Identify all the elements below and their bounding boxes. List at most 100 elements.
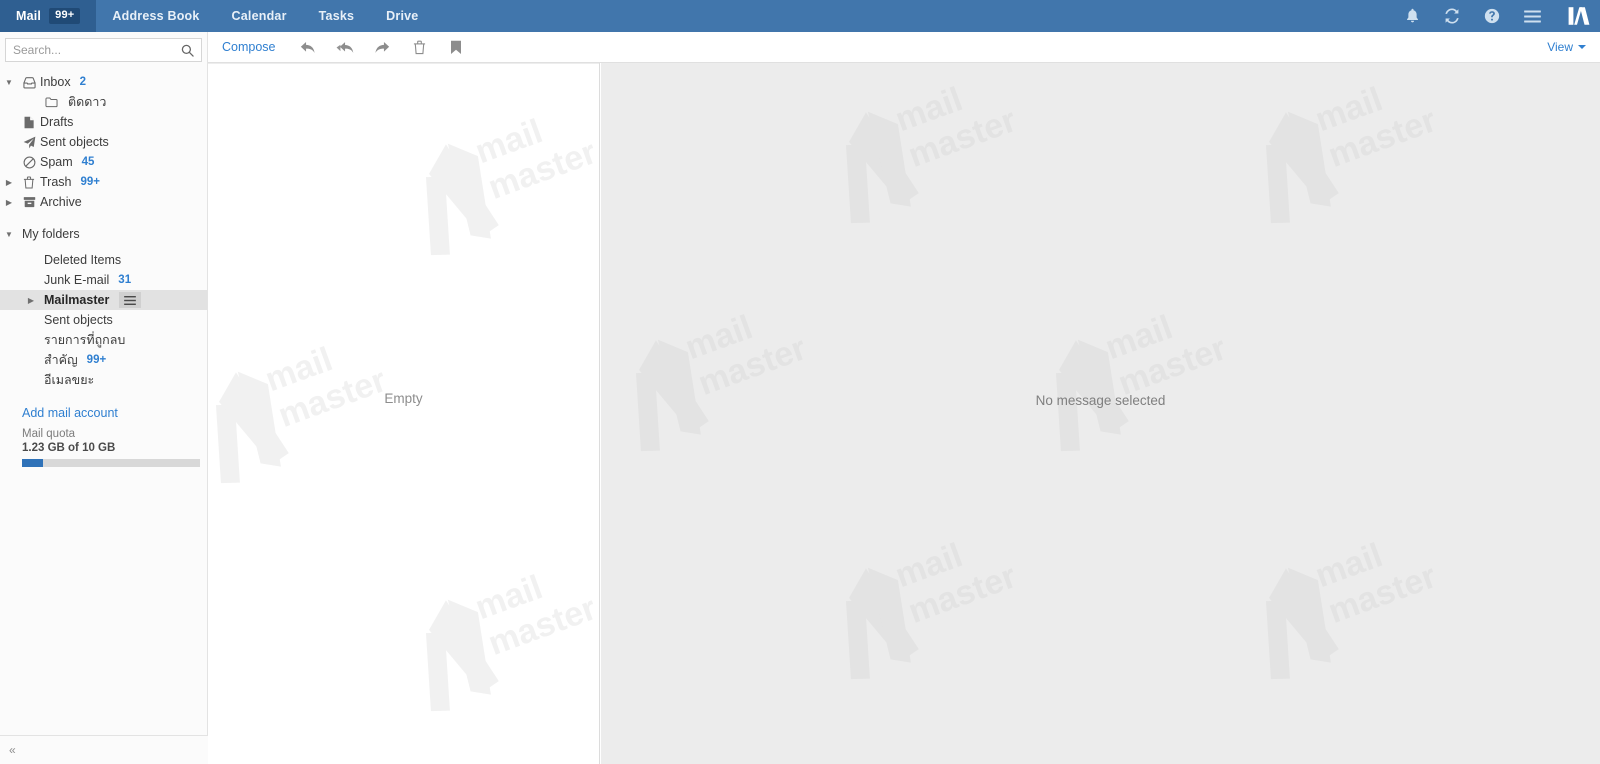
sidebar-group-my-folders[interactable]: ▼ My folders xyxy=(0,224,207,244)
flag-icon[interactable] xyxy=(438,32,475,63)
mailmaster-logo-icon[interactable] xyxy=(1558,0,1600,32)
forward-icon[interactable] xyxy=(364,32,401,63)
reading-pane: mail master mail master mail master mail master… xyxy=(601,63,1600,764)
sidebar-item-thai-important-label: สําคัญ xyxy=(44,353,78,367)
svg-text:master: master xyxy=(273,361,391,435)
sidebar-item-sent-objects-user-label: Sent objects xyxy=(44,313,113,327)
sidebar-item-drafts[interactable]: Drafts xyxy=(0,112,207,132)
chevron-down-icon xyxy=(1578,45,1586,49)
help-icon[interactable] xyxy=(1472,0,1512,32)
sidebar-item-starred-label: ติดดาว xyxy=(68,95,107,109)
sidebar-item-deleted-items[interactable]: Deleted Items xyxy=(0,250,207,270)
compose-button[interactable]: Compose xyxy=(208,40,290,54)
svg-text:master: master xyxy=(483,589,599,663)
reading-watermark-layer: mail master mail master mail master mail master… xyxy=(601,63,1600,764)
sidebar-item-archive-label: Archive xyxy=(40,195,82,209)
sidebar-item-thai-deleted[interactable]: รายการที่ถูกลบ xyxy=(0,330,207,350)
sidebar-item-sent-objects-user[interactable]: Sent objects xyxy=(0,310,207,330)
svg-text:mail: mail xyxy=(890,80,967,139)
sidebar-item-spam-label: Spam xyxy=(40,155,73,169)
nav-tab-mail-badge: 99+ xyxy=(49,8,81,24)
nav-tab-address-book-label: Address Book xyxy=(112,9,200,23)
trash-icon xyxy=(18,175,40,189)
refresh-icon[interactable] xyxy=(1432,0,1472,32)
svg-text:mail: mail xyxy=(1310,536,1387,595)
sidebar-item-sent-objects-label: Sent objects xyxy=(40,135,109,149)
sidebar-item-starred[interactable]: ติดดาว xyxy=(0,92,207,112)
sidebar-item-thai-important-count: 99+ xyxy=(86,354,107,366)
svg-text:master: master xyxy=(1323,101,1441,175)
svg-text:mail: mail xyxy=(890,536,967,595)
tree-gap xyxy=(0,212,207,224)
sidebar-item-inbox[interactable]: ▼ Inbox 2 xyxy=(0,72,207,92)
svg-text:mail: mail xyxy=(680,308,757,367)
bell-icon[interactable] xyxy=(1392,0,1432,32)
svg-text:master: master xyxy=(483,133,599,207)
sidebar-item-thai-junk-label: อีเมลขยะ xyxy=(44,373,95,387)
search-box[interactable] xyxy=(5,38,202,62)
sidebar: ▼ Inbox 2 ติดดาว xyxy=(0,32,208,764)
hamburger-menu-icon[interactable] xyxy=(1512,0,1552,32)
svg-text:mail: mail xyxy=(1310,80,1387,139)
folder-tree: ▼ Inbox 2 ติดดาว Drafts Sent objects Spa… xyxy=(0,66,207,390)
delete-icon[interactable] xyxy=(401,32,438,63)
chevron-down-icon[interactable]: ▼ xyxy=(0,230,18,239)
nav-tab-drive-label: Drive xyxy=(386,9,419,23)
nav-tab-mail-label: Mail xyxy=(16,9,42,23)
view-menu-button[interactable]: View xyxy=(1547,40,1600,54)
chevron-right-icon[interactable]: ▶ xyxy=(22,296,40,305)
svg-text:mail: mail xyxy=(470,568,547,627)
sidebar-item-trash[interactable]: ▶ Trash 99+ xyxy=(0,172,207,192)
mail-quota: Mail quota 1.23 GB of 10 GB xyxy=(22,428,207,467)
sidebar-item-spam[interactable]: Spam 45 xyxy=(0,152,207,172)
nav-tab-address-book[interactable]: Address Book xyxy=(96,0,215,32)
mail-quota-bar xyxy=(22,459,200,467)
mail-quota-value: 1.23 GB of 10 GB xyxy=(22,442,116,454)
nav-tab-calendar-label: Calendar xyxy=(231,9,287,23)
sidebar-item-archive[interactable]: ▶ Archive xyxy=(0,192,207,212)
sidebar-item-thai-deleted-label: รายการที่ถูกลบ xyxy=(44,333,126,347)
svg-text:mail: mail xyxy=(1100,308,1177,367)
svg-text:mail: mail xyxy=(260,340,337,399)
nav-tab-tasks-label: Tasks xyxy=(318,9,355,23)
nav-tab-calendar[interactable]: Calendar xyxy=(216,0,303,32)
sidebar-item-inbox-count: 2 xyxy=(79,76,86,88)
sidebar-item-drafts-label: Drafts xyxy=(40,115,74,129)
spam-icon xyxy=(18,156,40,169)
archive-icon xyxy=(18,196,40,208)
nav-tab-drive[interactable]: Drive xyxy=(370,0,434,32)
chevron-right-icon[interactable]: ▶ xyxy=(0,198,18,207)
list-watermark-layer: mailmastermailmastermailmastermailmaster… xyxy=(208,32,599,764)
nav-tab-mail[interactable]: Mail 99+ xyxy=(0,0,97,32)
svg-text:master: master xyxy=(1113,329,1231,403)
sidebar-item-thai-important[interactable]: สําคัญ 99+ xyxy=(0,350,207,370)
collapse-sidebar-button[interactable]: « xyxy=(0,735,208,764)
chevron-right-icon[interactable]: ▶ xyxy=(0,178,18,187)
top-navigation-bar: Mail 99+ Address Book Calendar Tasks Dri… xyxy=(0,0,1600,32)
empty-list-message: Empty xyxy=(384,390,423,406)
no-message-selected-text: No message selected xyxy=(1035,393,1166,408)
nav-tab-tasks[interactable]: Tasks xyxy=(303,0,371,32)
add-mail-account-link[interactable]: Add mail account xyxy=(0,390,207,420)
sidebar-item-junk-email-count: 31 xyxy=(118,274,132,286)
folder-icon xyxy=(40,96,62,108)
message-list-pane: mailmastermailmastermailmastermailmaster… xyxy=(208,32,600,764)
svg-text:master: master xyxy=(1323,557,1441,631)
sidebar-item-inbox-label: Inbox xyxy=(40,75,71,89)
sidebar-item-junk-email[interactable]: Junk E-mail 31 xyxy=(0,270,207,290)
svg-text:master: master xyxy=(903,101,1021,175)
chevron-down-icon[interactable]: ▼ xyxy=(0,78,18,87)
search-input[interactable] xyxy=(6,39,201,61)
search-icon[interactable] xyxy=(177,39,197,61)
sidebar-item-sent-objects[interactable]: Sent objects xyxy=(0,132,207,152)
sidebar-item-thai-junk[interactable]: อีเมลขยะ xyxy=(0,370,207,390)
reply-icon[interactable] xyxy=(290,32,327,63)
inbox-icon xyxy=(18,76,40,89)
folder-context-menu-icon[interactable] xyxy=(119,292,142,308)
sidebar-item-mailmaster[interactable]: ▶ Mailmaster xyxy=(0,290,207,310)
reply-all-icon[interactable] xyxy=(327,32,364,63)
svg-text:master: master xyxy=(693,329,811,403)
sidebar-item-trash-label: Trash xyxy=(40,175,72,189)
sidebar-group-my-folders-label: My folders xyxy=(22,227,80,241)
